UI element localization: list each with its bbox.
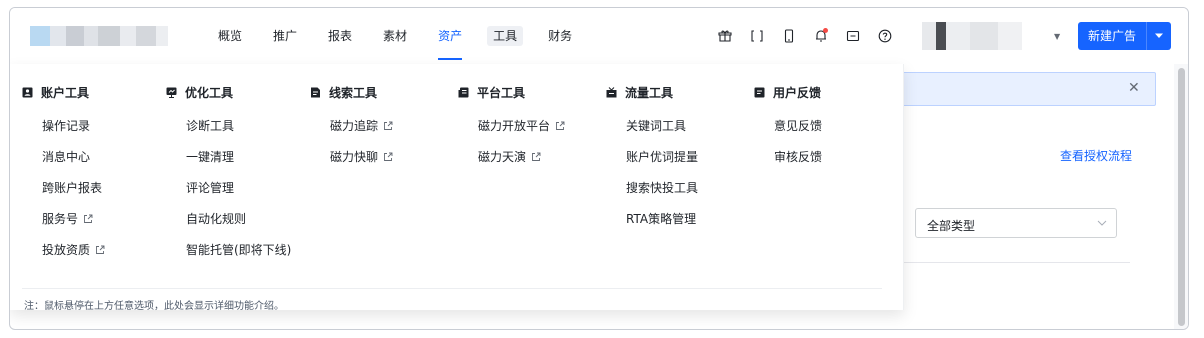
divider [890, 262, 1130, 263]
external-link-icon [555, 121, 565, 131]
platform-icon [458, 87, 469, 98]
tools-dropdown-menu: 账户工具 操作记录 消息中心 跨账户报表 服务号 投放资质 优化工具 诊断工具 … [10, 64, 904, 312]
new-ad-button[interactable]: 新建广告 [1078, 22, 1171, 50]
monitor-icon [166, 87, 177, 98]
nav-item-materials[interactable]: 素材 [383, 8, 407, 64]
account-dropdown-caret-icon[interactable]: ▼ [1054, 32, 1060, 41]
help-icon[interactable] [874, 25, 896, 47]
chevron-down-icon [1097, 220, 1107, 226]
nav-item-overview[interactable]: 概览 [218, 8, 242, 64]
new-ad-label: 新建广告 [1078, 22, 1147, 50]
nav-item-assets[interactable]: 资产 [438, 8, 463, 64]
authorization-flow-link[interactable]: 查看授权流程 [1060, 147, 1132, 164]
external-link-icon [95, 245, 105, 255]
external-link-icon [83, 214, 93, 224]
menu-item-review-feedback[interactable]: 审核反馈 [754, 141, 822, 172]
feedback-icon [754, 87, 765, 98]
menu-item-search-quick-delivery[interactable]: 搜索快投工具 [606, 172, 698, 203]
menu-item-keyword-boost[interactable]: 账户优词提量 [606, 141, 698, 172]
utility-icons [714, 25, 906, 47]
menu-item-keyword-tool[interactable]: 关键词工具 [606, 110, 698, 141]
column-header: 用户反馈 [754, 82, 822, 102]
close-icon[interactable]: ✕ [1128, 80, 1140, 96]
menu-item-comment-management[interactable]: 评论管理 [166, 172, 291, 203]
app-window: ✕ 查看授权流程 全部类型 概览 推广 报表 素材 资产 工具 财务 ▼ 新建广… [9, 7, 1189, 330]
menu-column-lead-tools: 线索工具 磁力追踪 磁力快聊 [310, 82, 393, 172]
nav-item-reports[interactable]: 报表 [328, 8, 352, 64]
gift-icon[interactable] [714, 25, 736, 47]
external-link-icon [383, 152, 393, 162]
menu-item-magnetic-chat[interactable]: 磁力快聊 [310, 141, 393, 172]
divider [22, 288, 882, 289]
top-navigation-bar: 概览 推广 报表 素材 资产 工具 财务 ▼ 新建广告 [10, 8, 1188, 64]
menu-item-diagnosis-tool[interactable]: 诊断工具 [166, 110, 291, 141]
clue-icon [310, 87, 321, 98]
menu-item-open-platform[interactable]: 磁力开放平台 [458, 110, 565, 141]
info-alert [890, 72, 1156, 106]
menu-item-suggestion-feedback[interactable]: 意见反馈 [754, 110, 822, 141]
menu-item-operation-log[interactable]: 操作记录 [22, 110, 105, 141]
nav-item-promotion[interactable]: 推广 [273, 8, 297, 64]
column-header: 流量工具 [606, 82, 698, 102]
hover-hint-note: 注：鼠标悬停在上方任意选项，此处会显示详细功能介绍。 [24, 301, 284, 312]
account-icon [22, 87, 33, 98]
column-header: 线索工具 [310, 82, 393, 102]
menu-column-optimization-tools: 优化工具 诊断工具 一键清理 评论管理 自动化规则 智能托管(即将下线) [166, 82, 291, 265]
external-link-icon [383, 121, 393, 131]
menu-column-platform-tools: 平台工具 磁力开放平台 磁力天演 [458, 82, 565, 172]
bell-icon[interactable] [810, 25, 832, 47]
nav-item-tools[interactable]: 工具 [487, 8, 524, 64]
menu-column-user-feedback: 用户反馈 意见反馈 审核反馈 [754, 82, 822, 172]
traffic-icon [606, 86, 617, 98]
notification-dot [823, 28, 828, 33]
scrollbar-thumb[interactable] [1178, 68, 1185, 326]
menu-item-automation-rules[interactable]: 自动化规则 [166, 203, 291, 234]
external-link-icon [531, 152, 541, 162]
menu-item-qualification[interactable]: 投放资质 [22, 234, 105, 265]
type-select-value: 全部类型 [927, 219, 976, 233]
nav-item-finance[interactable]: 财务 [548, 8, 572, 64]
menu-column-traffic-tools: 流量工具 关键词工具 账户优词提量 搜索快投工具 RTA策略管理 [606, 82, 698, 234]
type-select[interactable]: 全部类型 [915, 208, 1117, 238]
message-icon[interactable] [842, 25, 864, 47]
main-nav: 概览 推广 报表 素材 资产 工具 财务 [218, 8, 603, 64]
column-header: 账户工具 [22, 82, 105, 102]
logo[interactable] [30, 26, 168, 46]
chevron-down-icon[interactable] [1147, 22, 1171, 50]
menu-item-message-center[interactable]: 消息中心 [22, 141, 105, 172]
menu-item-service-account[interactable]: 服务号 [22, 203, 105, 234]
column-header: 优化工具 [166, 82, 291, 102]
menu-item-rta-strategy[interactable]: RTA策略管理 [606, 203, 698, 234]
mobile-icon[interactable] [778, 25, 800, 47]
menu-item-cross-account-report[interactable]: 跨账户报表 [22, 172, 105, 203]
menu-item-magnetic-tianyan[interactable]: 磁力天演 [458, 141, 565, 172]
menu-item-one-click-cleanup[interactable]: 一键清理 [166, 141, 291, 172]
menu-item-magnetic-tracking[interactable]: 磁力追踪 [310, 110, 393, 141]
account-avatar[interactable] [922, 22, 1022, 50]
crop-icon[interactable] [746, 25, 768, 47]
column-header: 平台工具 [458, 82, 565, 102]
menu-column-account-tools: 账户工具 操作记录 消息中心 跨账户报表 服务号 投放资质 [22, 82, 105, 265]
menu-item-smart-hosting[interactable]: 智能托管(即将下线) [166, 234, 291, 265]
